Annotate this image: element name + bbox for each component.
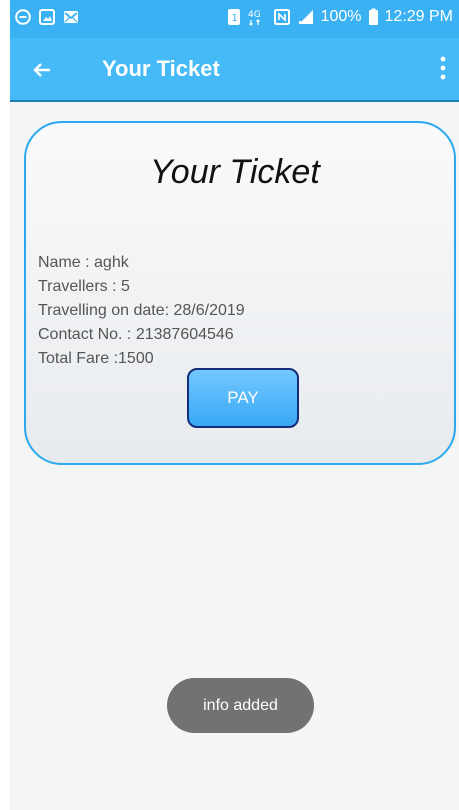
signal-icon bbox=[297, 8, 315, 26]
status-time: 12:29 PM bbox=[384, 8, 453, 25]
travel-date-line: Travelling on date: 28/6/2019 bbox=[38, 302, 245, 319]
status-bar: 1 4G 100% 12:29 PM bbox=[10, 0, 459, 38]
app-bar: Your Ticket bbox=[10, 38, 459, 102]
battery-percent: 100% bbox=[320, 8, 362, 25]
ticket-details: Name : aghk Travellers : 5 Travelling on… bbox=[38, 251, 418, 371]
svg-text:1: 1 bbox=[231, 13, 237, 24]
svg-text:4G: 4G bbox=[248, 10, 261, 20]
battery-icon bbox=[368, 8, 379, 26]
ticket-card: Your Ticket Name : aghk Travellers : 5 T… bbox=[24, 121, 456, 465]
circle-minus-icon bbox=[14, 8, 32, 26]
4g-icon: 4G bbox=[247, 8, 267, 26]
mail-icon bbox=[62, 8, 80, 26]
pay-button[interactable]: PAY bbox=[187, 368, 299, 428]
ticket-title: Your Ticket bbox=[150, 153, 320, 191]
name-line: Name : aghk bbox=[38, 254, 129, 271]
status-right-icons: 1 4G 100% 12:29 PM bbox=[227, 8, 453, 26]
travellers-line: Travellers : 5 bbox=[38, 278, 130, 295]
status-left-icons bbox=[14, 8, 80, 26]
app-bar-title: Your Ticket bbox=[102, 56, 220, 81]
more-vertical-icon[interactable] bbox=[439, 55, 447, 81]
nfc-icon bbox=[273, 8, 291, 26]
back-arrow-icon[interactable] bbox=[30, 58, 54, 82]
toast-message: info added bbox=[167, 678, 314, 733]
sim-icon: 1 bbox=[227, 8, 241, 26]
image-icon bbox=[38, 8, 56, 26]
contact-line: Contact No. : 21387604546 bbox=[38, 326, 234, 343]
screen-background: 1 4G 100% 12:29 PM Your Ticket Your Tick… bbox=[10, 0, 459, 810]
